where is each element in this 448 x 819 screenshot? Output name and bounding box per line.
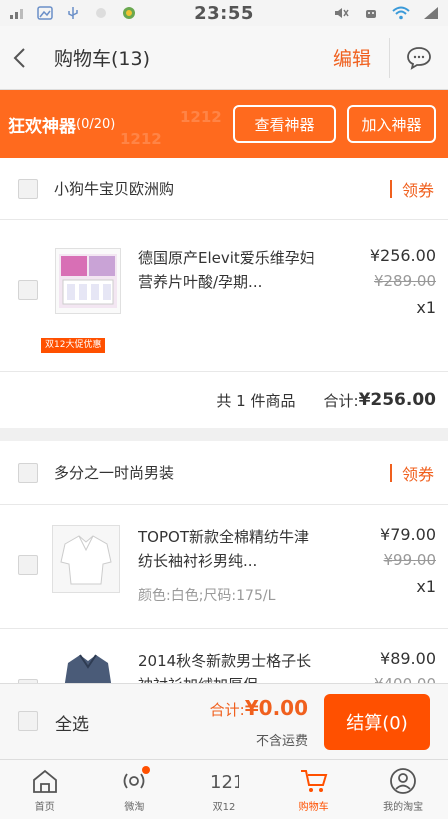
tab-label: 我的淘宝 — [383, 802, 424, 813]
grand-total-label: 合计: — [209, 701, 245, 719]
shop-checkbox[interactable] — [18, 462, 38, 483]
item-count: 共 1 件商品 — [216, 391, 296, 410]
product-qty: x1 — [416, 298, 436, 317]
tab-weitao[interactable]: 微淘 — [90, 760, 180, 819]
checkout-button[interactable]: 结算(0) — [324, 694, 430, 750]
product-title[interactable]: TOPOT新款全棉精纺牛津纺长袖衬衫男纯... — [138, 525, 318, 573]
jacket-image — [64, 654, 112, 683]
image-icon — [36, 6, 54, 20]
bottom-tab-bar: 首页 微淘 1212 双12 购物车 我的淘宝 — [0, 759, 448, 819]
product-image[interactable] — [52, 525, 120, 593]
original-price: ¥99.00 — [383, 551, 437, 569]
weather-icon — [92, 6, 110, 20]
chevron-left-icon — [13, 47, 25, 68]
double12-icon: 1212 — [209, 766, 239, 796]
grand-total: 合计: ¥0.00 — [210, 696, 308, 720]
add-tools-button[interactable]: 加入神器 — [347, 105, 436, 143]
product-image[interactable] — [60, 649, 116, 683]
shop-block: 多分之一时尚男装 领券 TOPOT新款全棉精纺牛津纺长袖衬衫男纯... 颜色:白… — [0, 441, 448, 683]
usb-icon — [64, 6, 82, 20]
promo-tag: 双12大促优惠 — [41, 338, 106, 353]
tab-home[interactable]: 首页 — [0, 760, 90, 819]
tab-cart[interactable]: 购物车 — [269, 760, 359, 819]
select-all-label[interactable]: 全选 — [55, 710, 89, 735]
product-price: ¥256.00 — [369, 246, 436, 265]
tab-label: 微淘 — [124, 802, 145, 813]
shop-total-amount: ¥256.00 — [358, 390, 436, 410]
tab-double12[interactable]: 1212 双12 — [179, 760, 269, 819]
promo-banner: 1212 1212 狂欢神器 (0/20) 查看神器 加入神器 — [0, 90, 448, 158]
product-title[interactable]: 2014秋冬新款男士格子长袖衬衫加绒加厚保... — [138, 649, 318, 683]
original-price: ¥289.00 — [373, 272, 436, 290]
mute-icon — [332, 6, 350, 20]
shipping-note: 不含运费 — [255, 734, 308, 749]
profile-icon — [388, 766, 418, 796]
coupon-button[interactable]: 领券 — [389, 461, 434, 485]
select-all-checkbox[interactable] — [18, 711, 38, 731]
item-checkbox[interactable] — [18, 555, 38, 575]
product-sku: 颜色:白色;尺码:175/L — [138, 588, 276, 604]
total-label: 合计: — [323, 391, 359, 410]
signal-icon — [8, 6, 26, 20]
notification-dot — [141, 766, 150, 774]
status-bar: 23:55 — [0, 0, 448, 26]
tab-label: 双12 — [212, 802, 236, 813]
android-icon — [362, 6, 380, 20]
banner-title: 狂欢神器 — [8, 116, 76, 137]
item-checkbox[interactable] — [18, 280, 38, 300]
shop-name[interactable]: 小狗牛宝贝欧洲购 — [54, 178, 174, 199]
chat-bubble-icon — [407, 46, 431, 70]
back-button[interactable] — [2, 26, 36, 90]
white-shirt-image — [53, 526, 119, 592]
app-header: 购物车(13) 编辑 — [0, 26, 448, 90]
wifi-icon — [392, 6, 410, 20]
shop-total: 共 1 件商品 合计: ¥256.00 — [0, 372, 448, 428]
cart-icon — [299, 766, 329, 796]
tab-label: 首页 — [34, 802, 55, 813]
coupon-button[interactable]: 领券 — [389, 177, 434, 201]
tab-my-taobao[interactable]: 我的淘宝 — [358, 760, 448, 819]
original-price: ¥400.00 — [374, 675, 436, 683]
page-title: 购物车(13) — [54, 48, 151, 70]
product-title[interactable]: 德国原产Elevit爱乐维孕妇营养片叶酸/孕期... — [138, 246, 318, 294]
home-icon — [30, 766, 60, 796]
svg-text:1212: 1212 — [210, 772, 239, 793]
checkout-bar: 全选 合计: ¥0.00 不含运费 结算(0) — [0, 683, 448, 759]
cart-item[interactable]: 双12大促优惠 德国原产Elevit爱乐维孕妇营养片叶酸/孕期... ¥256.… — [0, 220, 448, 372]
shop-checkbox[interactable] — [18, 178, 38, 199]
app-icon — [120, 6, 138, 20]
shop-header: 多分之一时尚男装 领券 — [0, 441, 448, 505]
product-image[interactable] — [55, 248, 121, 314]
product-price: ¥79.00 — [380, 525, 436, 544]
coupon-label: 领券 — [401, 180, 434, 200]
message-button[interactable] — [390, 26, 448, 90]
product-qty: x1 — [416, 577, 436, 596]
cart-item[interactable]: 2014秋冬新款男士格子长袖衬衫加绒加厚保... ¥89.00 ¥400.00 — [0, 629, 448, 683]
vitamin-box-image — [59, 254, 117, 308]
banner-count: (0/20) — [76, 116, 116, 132]
view-tools-button[interactable]: 查看神器 — [233, 105, 336, 143]
shop-block: 小狗牛宝贝欧洲购 领券 双12大促优惠 德国原产Elevit爱乐维孕妇营养片叶酸… — [0, 158, 448, 428]
banner-watermark: 1212 — [120, 130, 162, 148]
shop-header: 小狗牛宝贝欧洲购 领券 — [0, 158, 448, 220]
edit-button[interactable]: 编辑 — [315, 44, 389, 71]
product-price: ¥89.00 — [380, 649, 436, 668]
coupon-label: 领券 — [401, 464, 434, 484]
clock: 23:55 — [194, 2, 254, 24]
tab-label: 购物车 — [298, 802, 329, 813]
coupon-divider — [389, 463, 392, 482]
grand-total-value: ¥0.00 — [244, 696, 308, 720]
cart-item[interactable]: TOPOT新款全棉精纺牛津纺长袖衬衫男纯... 颜色:白色;尺码:175/L ¥… — [0, 505, 448, 629]
coupon-divider — [389, 179, 392, 198]
signal-bars-icon — [422, 6, 440, 20]
shop-name[interactable]: 多分之一时尚男装 — [54, 462, 174, 483]
banner-watermark: 1212 — [180, 108, 222, 126]
